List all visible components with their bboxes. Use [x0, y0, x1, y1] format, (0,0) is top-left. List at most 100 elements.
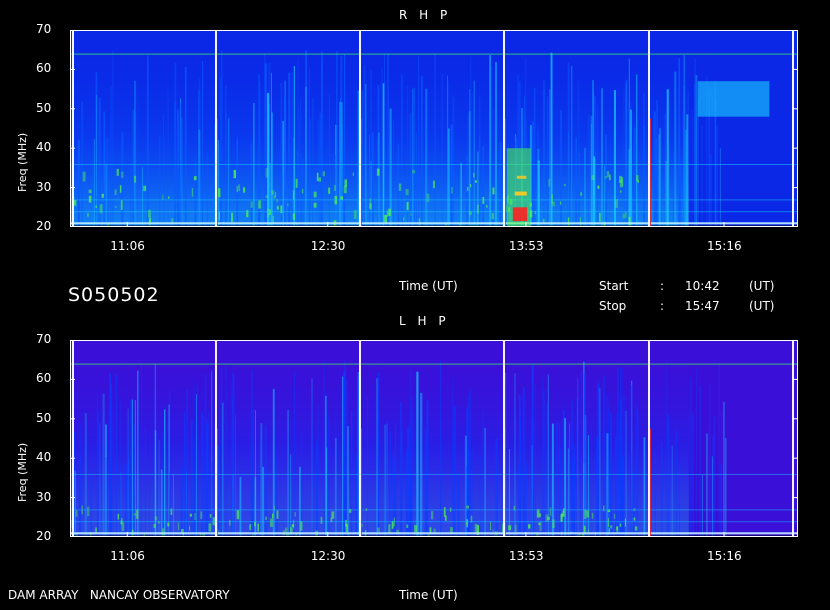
noise-streak — [689, 408, 690, 537]
signal-speckle — [177, 522, 180, 531]
signal-speckle — [563, 508, 565, 514]
noise-streak — [368, 149, 370, 227]
calibration-line — [503, 30, 505, 227]
signal-speckle — [294, 512, 296, 517]
noise-streak — [77, 139, 80, 227]
noise-streak — [308, 118, 311, 227]
noise-streak — [666, 363, 668, 537]
noise-streak — [316, 440, 317, 537]
signal-speckle — [295, 178, 298, 188]
x-tick-label: 11:06 — [110, 239, 145, 253]
signal-speckle — [162, 528, 165, 536]
noise-streak — [479, 136, 481, 227]
noise-streak — [255, 410, 256, 537]
signal-speckle — [316, 172, 319, 181]
signal-speckle — [443, 507, 446, 517]
signal-speckle — [609, 174, 611, 181]
noise-streak — [377, 132, 380, 227]
rhp-plot — [70, 30, 798, 227]
noise-streak — [102, 393, 105, 537]
signal-speckle — [117, 513, 120, 520]
noise-streak — [180, 103, 182, 227]
noise-streak — [377, 372, 380, 537]
noise-streak — [495, 62, 497, 227]
noise-streak — [357, 90, 360, 227]
signal-speckle — [377, 527, 380, 533]
noise-streak — [264, 53, 266, 227]
signal-speckle — [613, 513, 616, 519]
signal-speckle — [270, 518, 273, 527]
noise-streak — [260, 423, 263, 537]
signal-speckle — [334, 185, 336, 191]
signal-speckle — [583, 525, 586, 533]
signal-speckle — [580, 192, 583, 196]
signal-speckle — [610, 525, 613, 529]
signal-speckle — [432, 180, 435, 189]
signal-speckle — [388, 524, 391, 534]
noise-streak — [231, 380, 232, 537]
noise-streak — [499, 142, 502, 227]
noise-streak — [197, 444, 198, 537]
burst-region — [697, 81, 770, 117]
signal-speckle — [482, 196, 485, 204]
interference-line — [70, 211, 798, 213]
noise-streak — [599, 388, 601, 537]
marker-line — [361, 428, 362, 537]
signal-speckle — [542, 218, 545, 223]
noise-streak — [671, 445, 673, 537]
noise-streak — [604, 165, 606, 227]
signal-speckle — [189, 526, 191, 531]
y-tick-label: 30 — [36, 489, 52, 504]
noise-streak — [623, 89, 625, 227]
noise-streak — [195, 161, 197, 227]
noise-streak — [632, 469, 635, 537]
noise-streak — [145, 427, 146, 537]
noise-streak — [409, 113, 412, 227]
noise-streak — [401, 431, 403, 537]
baseline-line — [70, 532, 798, 535]
marker-line — [505, 118, 506, 227]
signal-speckle — [285, 527, 288, 533]
signal-speckle — [271, 190, 275, 195]
signal-speckle — [551, 194, 553, 204]
noise-streak — [708, 426, 710, 537]
rhp-spectrogram — [70, 30, 798, 227]
noise-streak — [660, 441, 663, 537]
signal-speckle — [538, 522, 541, 526]
signal-speckle — [300, 521, 303, 531]
signal-speckle — [208, 523, 212, 532]
noise-streak — [317, 403, 319, 537]
noise-streak — [371, 132, 374, 227]
noise-streak — [206, 418, 208, 537]
noise-streak — [518, 395, 521, 537]
noise-streak — [204, 450, 206, 537]
noise-streak — [347, 426, 349, 537]
noise-streak — [291, 72, 293, 227]
noise-streak — [154, 430, 157, 537]
noise-streak — [416, 371, 419, 537]
noise-streak — [625, 410, 627, 537]
time-axis-label-top: Time (UT) — [399, 279, 458, 293]
lhp-title: L H P — [399, 314, 450, 328]
signal-speckle — [562, 513, 565, 517]
signal-speckle — [628, 216, 631, 226]
calibration-line — [72, 30, 74, 227]
noise-streak — [90, 469, 92, 537]
noise-streak — [343, 371, 346, 537]
signal-speckle — [514, 524, 517, 533]
signal-speckle — [473, 173, 475, 178]
calibration-line — [792, 30, 794, 227]
noise-streak — [84, 413, 87, 537]
signal-speckle — [398, 183, 402, 191]
noise-streak — [674, 71, 677, 227]
signal-speckle — [477, 204, 479, 214]
signal-speckle — [238, 184, 241, 192]
noise-streak — [441, 73, 444, 227]
noise-streak — [543, 390, 545, 537]
calibration-line — [359, 340, 361, 537]
y-tick-label: 50 — [36, 410, 52, 425]
noise-streak — [250, 143, 252, 227]
noise-streak — [266, 470, 268, 537]
signal-speckle — [231, 212, 234, 223]
noise-streak — [679, 162, 682, 227]
